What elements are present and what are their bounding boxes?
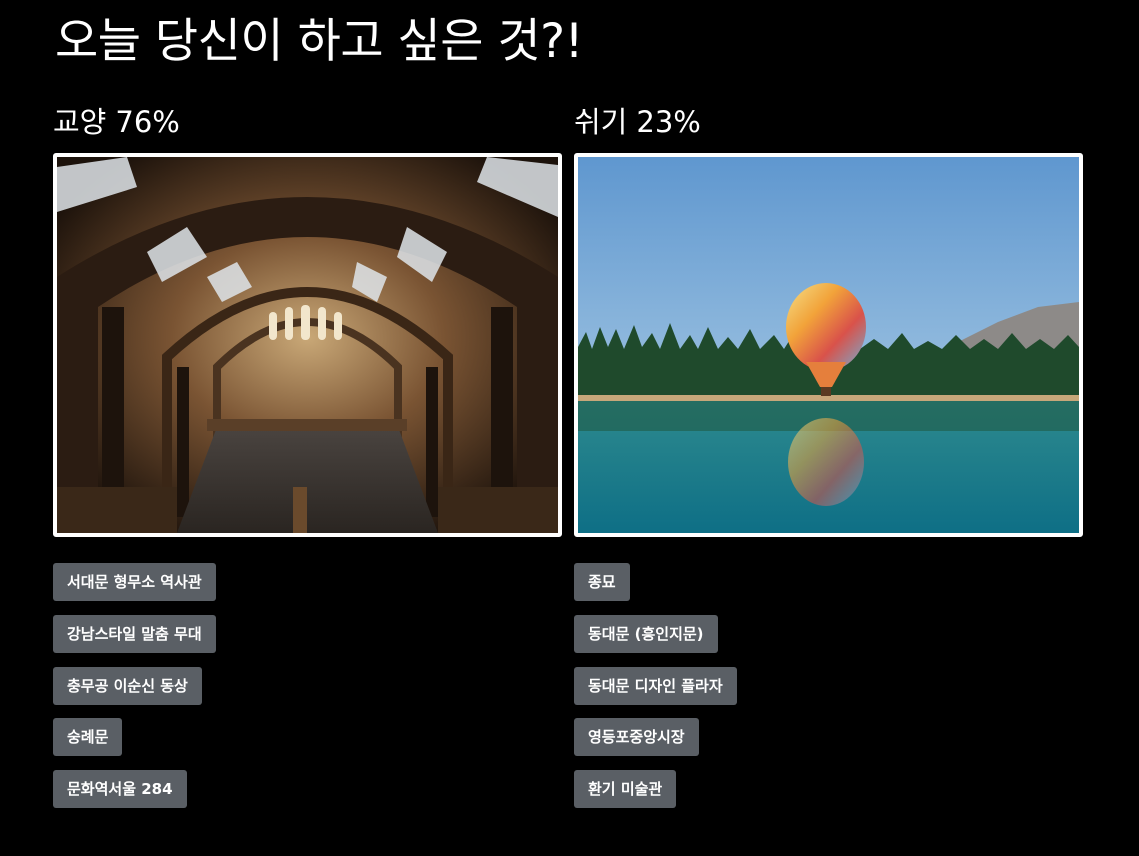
category-column-culture: 교양 76% 서대문 형무소 역사관 강남스타일 말춤 무대 충무공 이순신 동…: [53, 102, 562, 808]
place-tag-button[interactable]: 강남스타일 말춤 무대: [53, 615, 216, 653]
place-tag-button[interactable]: 동대문 디자인 플라자: [574, 667, 737, 705]
category-name: 교양: [53, 105, 107, 139]
place-tag-button[interactable]: 영등포중앙시장: [574, 718, 699, 756]
place-tag-button[interactable]: 충무공 이순신 동상: [53, 667, 202, 705]
page: 오늘 당신이 하고 싶은 것?! 교양 76% 서대문 형무소 역사관 강남스타…: [0, 0, 1139, 856]
place-tag-button[interactable]: 종묘: [574, 563, 630, 601]
place-tag-button[interactable]: 숭례문: [53, 718, 123, 756]
museum-hall-photo[interactable]: [53, 153, 562, 537]
category-percent: 23%: [636, 105, 701, 139]
category-heading: 교양 76%: [53, 102, 562, 142]
place-tag-button[interactable]: 동대문 (흥인지문): [574, 615, 718, 653]
page-title: 오늘 당신이 하고 싶은 것?!: [55, 14, 583, 69]
museum-hall-illustration: [57, 157, 558, 533]
category-name: 쉬기: [574, 105, 628, 139]
category-percent: 76%: [115, 105, 180, 139]
category-heading: 쉬기 23%: [574, 102, 1083, 142]
category-column-rest: 쉬기 23% 종묘 동대문 (흥인지문) 동대문 디자인 플라자 영등포중앙시장…: [574, 102, 1083, 808]
hot-air-balloon-lake-photo[interactable]: [574, 153, 1083, 537]
place-tag-button[interactable]: 환기 미술관: [574, 770, 677, 808]
place-tag-button[interactable]: 서대문 형무소 역사관: [53, 563, 216, 601]
place-tag-button[interactable]: 문화역서울 284: [53, 770, 187, 808]
balloon-lake-illustration: [578, 157, 1079, 533]
